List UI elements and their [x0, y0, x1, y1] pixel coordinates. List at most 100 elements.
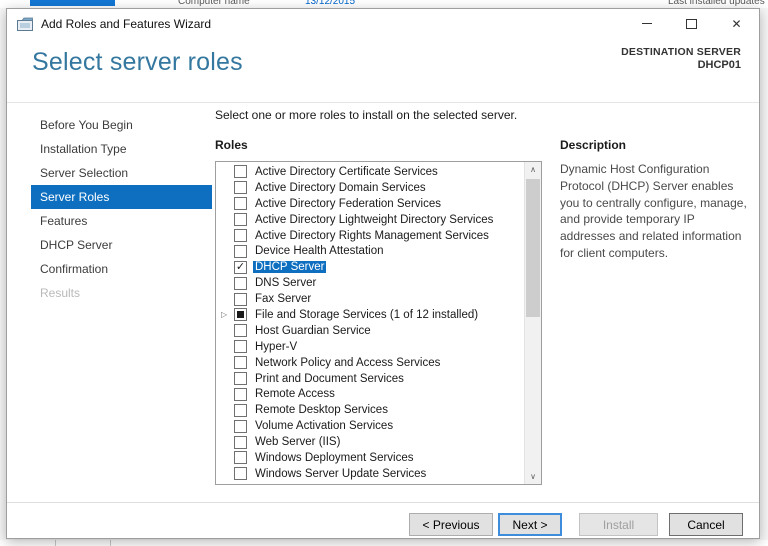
sidebar-item-label: Server Roles	[40, 190, 110, 204]
role-label: File and Storage Services (1 of 12 insta…	[255, 308, 479, 321]
role-row[interactable]: Remote Access	[216, 386, 524, 402]
background-accent-bar	[30, 0, 115, 6]
sidebar-item[interactable]: Results	[31, 281, 212, 305]
role-label: Windows Deployment Services	[255, 451, 414, 464]
footer-separator	[7, 502, 759, 503]
role-row[interactable]: Network Policy and Access Services	[216, 355, 524, 371]
role-row[interactable]: Web Server (IIS)	[216, 434, 524, 450]
role-row[interactable]: Active Directory Rights Management Servi…	[216, 228, 524, 244]
close-button[interactable]: ✕	[714, 9, 759, 38]
sidebar-item[interactable]: Before You Begin	[31, 113, 212, 137]
sidebar-item[interactable]: Features	[31, 209, 212, 233]
add-roles-wizard-window: Add Roles and Features Wizard ✕ Select s…	[6, 8, 760, 539]
role-row[interactable]: Host Guardian Service	[216, 323, 524, 339]
install-button[interactable]: Install	[579, 513, 658, 536]
role-label: Volume Activation Services	[255, 420, 394, 433]
role-checkbox[interactable]	[234, 292, 247, 306]
sidebar-item[interactable]: Server Roles	[31, 185, 212, 209]
role-label: Web Server (IIS)	[255, 436, 341, 449]
role-label: Hyper-V	[255, 340, 298, 353]
background-link-fragment: 13/12/2015	[305, 0, 356, 7]
role-row[interactable]: Active Directory Domain Services	[216, 180, 524, 196]
role-row[interactable]: Active Directory Federation Services	[216, 196, 524, 212]
role-row[interactable]: Print and Document Services	[216, 371, 524, 387]
sidebar-nav: Before You Begin Installation Type Server …	[31, 113, 212, 305]
role-checkbox[interactable]	[234, 165, 247, 179]
scroll-down-icon[interactable]: ∨	[525, 469, 541, 484]
role-checkbox[interactable]	[234, 403, 247, 417]
role-label: Print and Document Services	[255, 372, 404, 385]
scroll-up-icon[interactable]: ∧	[525, 162, 541, 177]
role-label: DHCP Server	[253, 261, 327, 274]
role-label: Device Health Attestation	[255, 245, 384, 258]
role-row[interactable]: Hyper-V	[216, 339, 524, 355]
expand-arrow-icon[interactable]: ▷	[221, 310, 234, 319]
role-row[interactable]: Active Directory Lightweight Directory S…	[216, 212, 524, 228]
role-checkbox[interactable]	[234, 324, 247, 338]
role-row[interactable]: DNS Server	[216, 275, 524, 291]
role-checkbox[interactable]	[234, 276, 247, 290]
sidebar-item[interactable]: Server Selection	[31, 161, 212, 185]
role-checkbox[interactable]	[234, 181, 247, 195]
role-checkbox[interactable]	[234, 419, 247, 433]
role-row[interactable]: Active Directory Certificate Services	[216, 164, 524, 180]
background-bottom-sliver	[0, 540, 768, 546]
role-label: DNS Server	[255, 277, 317, 290]
maximize-button[interactable]	[669, 9, 714, 38]
role-label: Active Directory Certificate Services	[255, 165, 438, 178]
description-header: Description	[560, 138, 627, 152]
role-checkbox[interactable]	[234, 229, 247, 242]
description-text: Dynamic Host Configuration Protocol (DHC…	[560, 162, 747, 260]
instruction-text: Select one or more roles to install on t…	[215, 108, 518, 122]
sidebar-item[interactable]: Confirmation	[31, 257, 212, 281]
next-button[interactable]: Next >	[498, 513, 562, 536]
role-checkbox[interactable]	[234, 244, 247, 258]
role-row[interactable]: Device Health Attestation	[216, 243, 524, 259]
previous-button[interactable]: < Previous	[409, 513, 493, 536]
role-row[interactable]: ✓ DHCP Server	[216, 259, 524, 275]
roles-listbox: Active Directory Certificate Services Ac…	[215, 161, 542, 485]
role-checkbox[interactable]	[234, 467, 247, 481]
role-label: Active Directory Federation Services	[255, 197, 441, 210]
role-row[interactable]: Fax Server	[216, 291, 524, 307]
window-title: Add Roles and Features Wizard	[41, 16, 212, 31]
role-checkbox[interactable]	[234, 308, 247, 322]
role-checkbox[interactable]	[234, 451, 247, 465]
role-checkbox[interactable]: ✓	[234, 260, 247, 274]
sidebar-item-label: Installation Type	[40, 142, 127, 156]
scrollbar[interactable]: ∧ ∨	[524, 162, 541, 484]
role-checkbox[interactable]	[234, 387, 247, 401]
background-window-sliver: Computer name 13/12/2015 Last installed …	[0, 0, 768, 8]
sidebar-item-label: Confirmation	[40, 262, 109, 276]
role-row[interactable]: Windows Server Update Services	[216, 466, 524, 482]
cancel-button[interactable]: Cancel	[669, 513, 743, 536]
scrollbar-thumb[interactable]	[526, 179, 540, 317]
role-row[interactable]: Windows Deployment Services	[216, 450, 524, 466]
role-label: Windows Server Update Services	[255, 467, 427, 480]
role-row[interactable]: ▷ File and Storage Services (1 of 12 ins…	[216, 307, 524, 323]
sidebar-item-label: Features	[40, 214, 88, 228]
page-title: Select server roles	[32, 48, 243, 76]
close-icon: ✕	[731, 16, 742, 31]
sidebar-item-label: DHCP Server	[40, 238, 113, 252]
roles-header: Roles	[215, 138, 248, 152]
role-label: Host Guardian Service	[255, 324, 371, 337]
titlebar[interactable]: Add Roles and Features Wizard ✕	[7, 9, 759, 38]
role-checkbox[interactable]	[234, 197, 247, 211]
role-label: Active Directory Lightweight Directory S…	[255, 213, 494, 226]
role-checkbox[interactable]	[234, 340, 247, 354]
role-row[interactable]: Remote Desktop Services	[216, 402, 524, 418]
sidebar-item-label: Results	[40, 286, 81, 300]
role-checkbox[interactable]	[234, 372, 247, 386]
sidebar-item[interactable]: Installation Type	[31, 137, 212, 161]
role-row[interactable]: Volume Activation Services	[216, 418, 524, 434]
sidebar-item[interactable]: DHCP Server	[31, 233, 212, 257]
app-icon	[17, 17, 33, 31]
role-label: Active Directory Rights Management Servi…	[255, 229, 489, 242]
minimize-button[interactable]	[624, 9, 669, 38]
sidebar-item-label: Before You Begin	[40, 118, 133, 132]
destination-server-label: DESTINATION SERVER	[621, 46, 741, 58]
role-checkbox[interactable]	[234, 435, 247, 449]
role-checkbox[interactable]	[234, 356, 247, 370]
role-checkbox[interactable]	[234, 213, 247, 227]
